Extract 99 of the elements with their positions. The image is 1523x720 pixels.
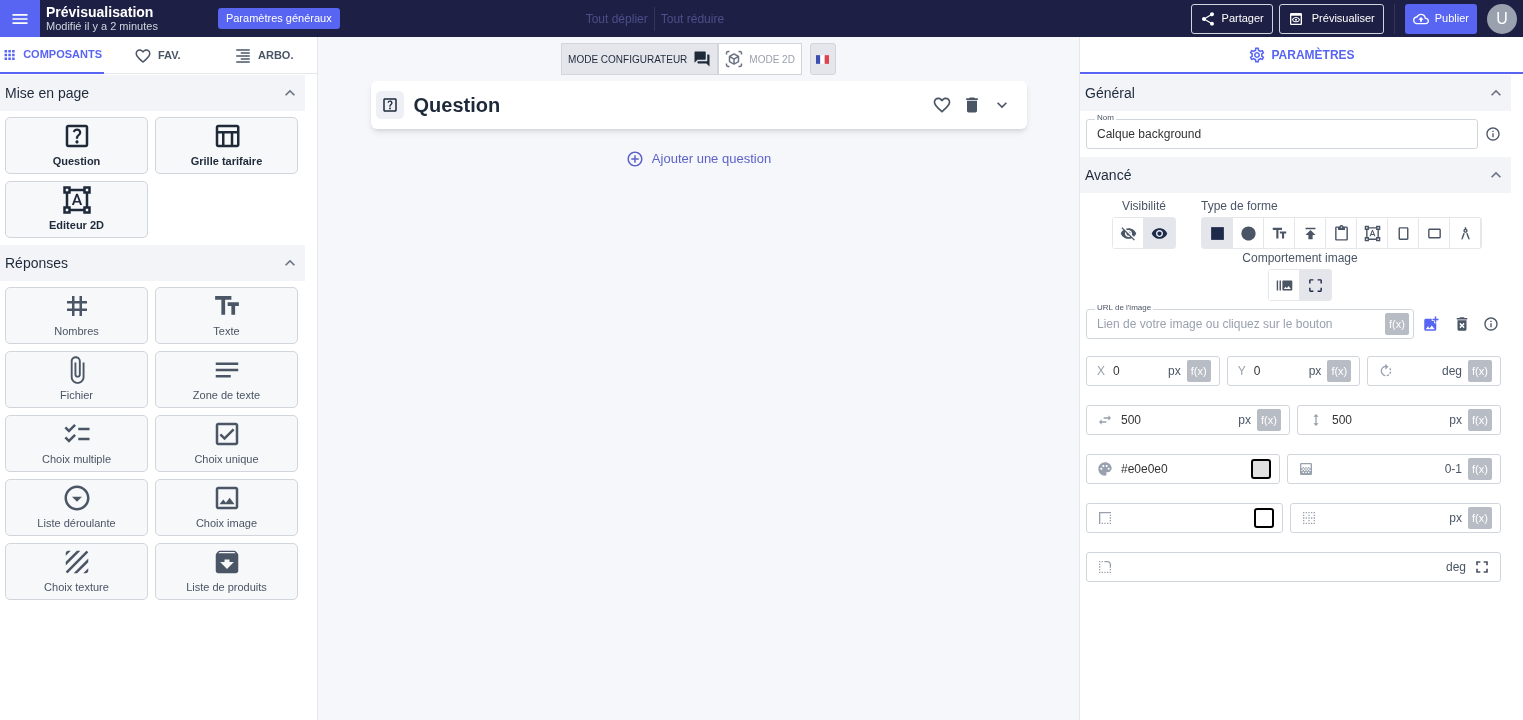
image-behaviour-label: Comportement image: [1242, 250, 1358, 267]
field-prefix: X: [1097, 363, 1105, 380]
unit-label: px: [1168, 363, 1181, 380]
component-tile[interactable]: Liste déroulante: [5, 479, 148, 536]
border-dotted-icon: [1301, 510, 1317, 526]
option-toggle[interactable]: [1144, 218, 1175, 248]
field-label: URL de l'image: [1095, 302, 1154, 314]
number-field[interactable]: 500 px f(x): [1297, 405, 1501, 435]
language-button[interactable]: [809, 43, 836, 75]
number-field[interactable]: 0-1 f(x): [1287, 454, 1501, 484]
number-field[interactable]: deg f(x): [1367, 356, 1501, 386]
unit-label: deg: [1442, 363, 1462, 380]
lines-icon: [234, 46, 252, 65]
number-field[interactable]: [1086, 503, 1283, 533]
component-tile[interactable]: Question: [5, 117, 148, 174]
component-tile[interactable]: Zone de texte: [155, 351, 298, 408]
mode-toggle[interactable]: MODE CONFIGURATEUR: [561, 43, 719, 75]
add-question-button[interactable]: Ajouter une question: [625, 149, 772, 169]
flag-icon: [816, 54, 830, 64]
component-tile[interactable]: Choix texture: [5, 543, 148, 600]
square-icon: [1208, 224, 1226, 242]
unit-label: px: [1238, 412, 1251, 429]
cube-icon: [725, 50, 744, 68]
number-field[interactable]: deg: [1086, 552, 1501, 582]
document-title: Prévisualisation: [46, 5, 155, 19]
general-settings-button[interactable]: Paramètres généraux: [217, 8, 340, 29]
heart-icon: [133, 46, 152, 65]
rounded-corner-icon: [1097, 559, 1113, 575]
color-swatch[interactable]: [1251, 459, 1271, 479]
section-title: Réponses: [5, 253, 69, 273]
number-field[interactable]: #e0e0e0: [1086, 454, 1280, 484]
component-tile[interactable]: Liste de produits: [155, 543, 298, 600]
section-header[interactable]: Général: [1080, 75, 1511, 111]
frame-corners-icon: [1306, 276, 1324, 294]
section-title: Avancé: [1085, 165, 1132, 185]
panel-tab[interactable]: ARBO.: [210, 37, 317, 74]
eye-off-icon: [1119, 224, 1137, 242]
number-field[interactable]: Y 0 px f(x): [1226, 356, 1361, 386]
share-button[interactable]: Partager: [1190, 3, 1273, 34]
component-tile[interactable]: Fichier: [5, 351, 148, 408]
number-field[interactable]: X 0 px f(x): [1086, 356, 1220, 386]
component-tile[interactable]: Texte: [155, 287, 298, 344]
shape-frame-icon: [1363, 224, 1381, 242]
shape-frame-icon: [61, 185, 92, 216]
last-modified-text: Modifié il y a 2 minutes: [46, 21, 158, 32]
field-value: Calque background: [1097, 126, 1202, 143]
component-tile[interactable]: Choix unique: [155, 415, 298, 472]
component-tile[interactable]: Grille tarifaire: [155, 117, 298, 174]
unit-label: px: [1449, 510, 1462, 527]
palette-icon: [1097, 461, 1113, 477]
publish-button[interactable]: Publier: [1404, 3, 1477, 34]
component-tile[interactable]: Choix multiple: [5, 415, 148, 472]
option-toggle[interactable]: [1300, 270, 1331, 300]
add-image-icon: [1422, 315, 1440, 333]
option-toggle[interactable]: [1269, 270, 1300, 300]
field-value: 500: [1332, 412, 1353, 429]
gradient-icon: [1298, 461, 1314, 477]
preview-button[interactable]: Prévisualiser: [1278, 3, 1384, 34]
field-prefix: Y: [1237, 363, 1246, 380]
circle-icon: [1239, 224, 1257, 242]
settings-icon: [1248, 45, 1267, 64]
settings-tab[interactable]: PARAMÈTRES: [1248, 45, 1355, 64]
number-field[interactable]: 500 px f(x): [1086, 405, 1290, 435]
shape-type-label: Type de forme: [1201, 198, 1278, 215]
component-tile[interactable]: Nombres: [5, 287, 148, 344]
url-input[interactable]: Lien de votre image ou cliquez sur le bouton: [1097, 315, 1385, 333]
unit-label: 0-1: [1444, 461, 1462, 478]
option-toggle[interactable]: [1202, 218, 1233, 248]
panel-tab[interactable]: FAV.: [104, 37, 211, 74]
heart-icon: [931, 95, 952, 115]
field-value: 0: [1113, 363, 1120, 380]
section-header[interactable]: Mise en page: [0, 75, 305, 111]
option-toggle[interactable]: [1113, 218, 1144, 248]
share-icon: [1199, 10, 1216, 27]
add-image-button[interactable]: [1422, 315, 1440, 333]
unit-label: px: [1449, 412, 1462, 429]
menu-button[interactable]: [0, 0, 40, 37]
border-style-icon: [1097, 510, 1113, 526]
section-title: Général: [1085, 83, 1135, 103]
preview-icon: [1287, 10, 1304, 27]
section-header[interactable]: Avancé: [1080, 157, 1511, 193]
visibility-label: Visibilité: [1122, 198, 1166, 215]
field-value: 0: [1253, 363, 1261, 380]
section-title: Mise en page: [5, 83, 90, 103]
chat-bubbles-icon: [693, 50, 712, 68]
field-value: #e0e0e0: [1121, 461, 1168, 478]
section-header[interactable]: Réponses: [0, 245, 305, 281]
unit-label: deg: [1445, 559, 1466, 576]
favorite-button[interactable]: [931, 95, 952, 115]
unit-label: px: [1308, 363, 1322, 380]
component-tile[interactable]: Choix image: [155, 479, 298, 536]
component-tile[interactable]: Editeur 2D: [5, 181, 148, 238]
question-title: Question: [413, 93, 501, 118]
field-value: 500: [1121, 412, 1142, 429]
info-icon: [1485, 126, 1501, 142]
clipboard-icon: [1332, 224, 1350, 242]
info-icon: [1483, 316, 1499, 332]
color-swatch[interactable]: [1254, 508, 1274, 528]
number-field[interactable]: px f(x): [1290, 503, 1501, 533]
